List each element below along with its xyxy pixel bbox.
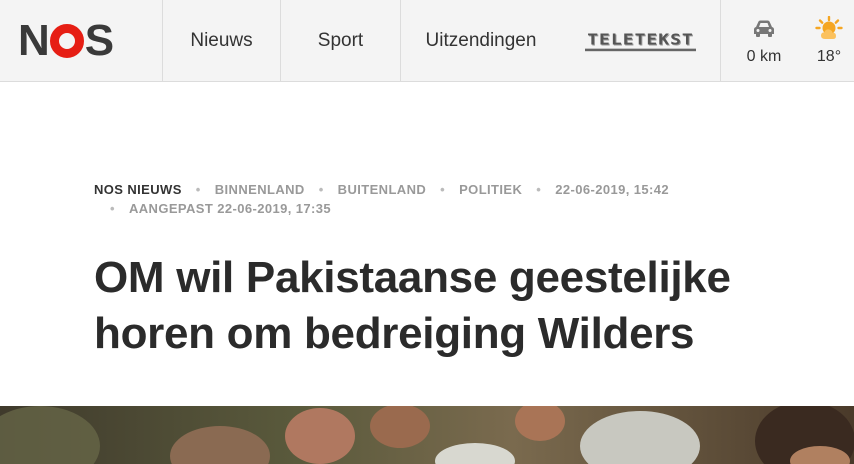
category-nos-nieuws[interactable]: NOS NIEUWS: [94, 182, 182, 197]
sun-cloud-icon: [815, 15, 843, 42]
nav-nieuws[interactable]: Nieuws: [163, 0, 281, 81]
headline-line-1: OM wil Pakistaanse geestelijke: [94, 253, 731, 302]
logo-o-ring: [49, 24, 84, 58]
nav-uitzendingen[interactable]: Uitzendingen: [401, 0, 561, 81]
updated-date: AANGEPAST 22-06-2019, 17:35: [128, 201, 331, 216]
published-date: 22-06-2019, 15:42: [555, 182, 669, 197]
headline-line-2: horen om bedreiging Wilders: [94, 309, 695, 358]
hero-image: [0, 406, 854, 464]
nos-logo[interactable]: NS: [0, 0, 163, 81]
meta-separator: •: [318, 182, 324, 197]
article-headline: OM wil Pakistaanse geestelijke horen om …: [94, 250, 839, 362]
nav-nieuws-label: Nieuws: [190, 29, 253, 51]
meta-separator: •: [440, 182, 446, 197]
top-navigation-bar: NS Nieuws Sport Uitzendingen TELETEKST 0…: [0, 0, 854, 82]
meta-separator: •: [536, 182, 542, 197]
article-meta: NOS NIEUWS • BINNENLAND • BUITENLAND • POLITIE…: [94, 180, 834, 200]
traffic-widget[interactable]: 0 km: [721, 0, 807, 81]
nav-sport-label: Sport: [317, 29, 364, 51]
logo-wordmark: NS: [18, 16, 114, 65]
category-politiek[interactable]: POLITIEK: [459, 182, 522, 197]
meta-separator: •: [195, 182, 201, 197]
article-updated: • AANGEPAST 22-06-2019, 17:35: [110, 199, 331, 219]
teletekst-logo: TELETEKST: [585, 30, 696, 51]
category-binnenland[interactable]: BINNENLAND: [215, 182, 305, 197]
traffic-value: 0 km: [746, 47, 782, 65]
meta-separator: •: [110, 201, 115, 216]
nav-uitzendingen-label: Uitzendingen: [425, 29, 537, 51]
nav-sport[interactable]: Sport: [281, 0, 401, 81]
car-icon: [752, 16, 776, 42]
weather-value: 18°: [816, 47, 842, 65]
weather-widget[interactable]: 18°: [804, 0, 854, 81]
nav-teletekst[interactable]: TELETEKST: [561, 0, 721, 81]
category-buitenland[interactable]: BUITENLAND: [338, 182, 427, 197]
